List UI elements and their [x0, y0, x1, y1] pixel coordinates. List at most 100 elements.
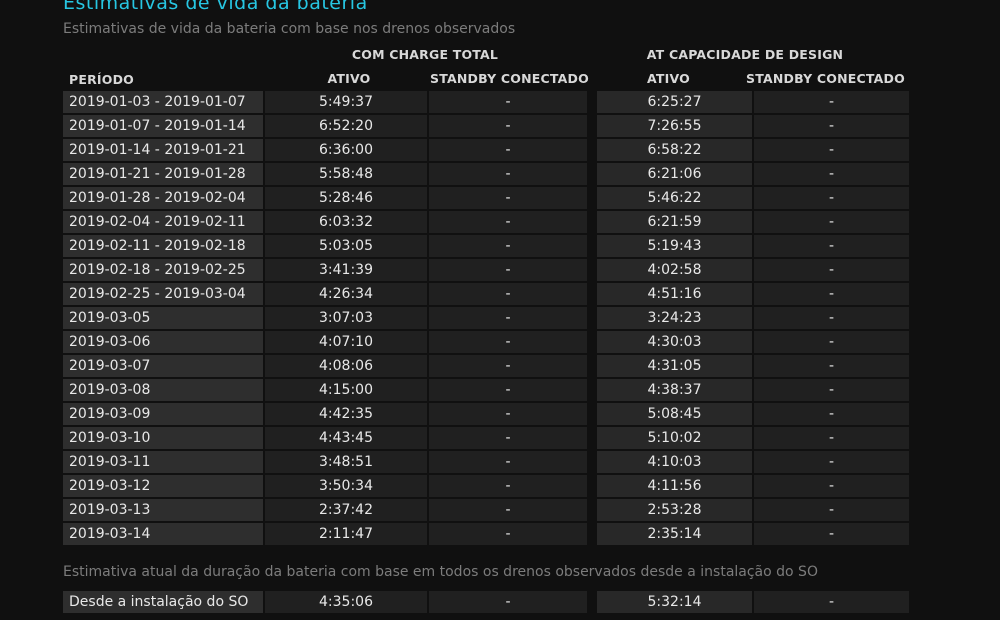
standby-design-cell: -: [752, 355, 909, 379]
page-title: Estimativas de vida da bateria: [63, 0, 368, 14]
period-cell: 2019-01-28 - 2019-02-04: [63, 187, 263, 211]
period-cell: 2019-03-06: [63, 331, 263, 355]
standby-design-cell: -: [752, 283, 909, 307]
column-gap: [587, 235, 595, 259]
header-group-design-capacity: AT CAPACIDADE DE DESIGN: [646, 47, 844, 62]
column-gap: [587, 331, 595, 355]
column-gap: [587, 307, 595, 331]
standby-design-cell: -: [752, 331, 909, 355]
standby-design-cell: -: [752, 91, 909, 115]
header-active-design: ATIVO: [647, 71, 690, 86]
standby-design-cell: -: [752, 259, 909, 283]
table-row: 2019-03-05 3:07:03-3:24:23-: [63, 307, 909, 331]
period-cell: 2019-03-11: [63, 451, 263, 475]
battery-estimates-table: 2019-01-03 - 2019-01-07 5:49:37-6:25:27-2…: [63, 91, 909, 547]
period-cell: 2019-03-07: [63, 355, 263, 379]
active-design-cell: 5:08:45: [595, 403, 752, 427]
active-design-cell: 5:46:22: [595, 187, 752, 211]
table-row: 2019-01-07 - 2019-01-14 6:52:20-7:26:55-: [63, 115, 909, 139]
standby-design-cell: -: [752, 163, 909, 187]
period-cell: 2019-02-04 - 2019-02-11: [63, 211, 263, 235]
period-cell: 2019-02-11 - 2019-02-18: [63, 235, 263, 259]
standby-full-cell: -: [427, 523, 587, 547]
column-gap: [587, 523, 595, 547]
column-gap: [587, 139, 595, 163]
active-full-cell: 4:26:34: [263, 283, 427, 307]
active-full-cell: 4:35:06: [263, 591, 427, 615]
column-gap: [587, 451, 595, 475]
standby-design-cell: -: [752, 187, 909, 211]
standby-full-cell: -: [427, 187, 587, 211]
period-cell: 2019-03-09: [63, 403, 263, 427]
column-gap: [587, 259, 595, 283]
standby-full-cell: -: [427, 163, 587, 187]
active-design-cell: 6:25:27: [595, 91, 752, 115]
table-row: 2019-03-10 4:43:45-5:10:02-: [63, 427, 909, 451]
column-gap: [587, 91, 595, 115]
install-estimate-note: Estimativa atual da duração da bateria c…: [63, 564, 818, 580]
active-full-cell: 3:07:03: [263, 307, 427, 331]
active-full-cell: 4:43:45: [263, 427, 427, 451]
active-design-cell: 7:26:55: [595, 115, 752, 139]
active-full-cell: 5:28:46: [263, 187, 427, 211]
active-design-cell: 5:19:43: [595, 235, 752, 259]
period-cell: 2019-01-07 - 2019-01-14: [63, 115, 263, 139]
install-estimate-table: Desde a instalação do SO 4:35:06 - 5:32:…: [63, 591, 909, 615]
column-gap: [587, 115, 595, 139]
standby-design-cell: -: [752, 379, 909, 403]
active-design-cell: 2:53:28: [595, 499, 752, 523]
standby-full-cell: -: [427, 499, 587, 523]
table-row: 2019-02-11 - 2019-02-18 5:03:05-5:19:43-: [63, 235, 909, 259]
standby-full-cell: -: [427, 379, 587, 403]
active-design-cell: 2:35:14: [595, 523, 752, 547]
standby-full-cell: -: [427, 307, 587, 331]
header-standby-design: STANDBY CONECTADO: [746, 71, 905, 86]
active-design-cell: 5:32:14: [595, 591, 752, 615]
table-row: 2019-03-06 4:07:10-4:30:03-: [63, 331, 909, 355]
standby-design-cell: -: [752, 307, 909, 331]
standby-design-cell: -: [752, 523, 909, 547]
period-cell: 2019-03-05: [63, 307, 263, 331]
standby-full-cell: -: [427, 259, 587, 283]
period-cell: 2019-03-13: [63, 499, 263, 523]
active-full-cell: 6:03:32: [263, 211, 427, 235]
standby-full-cell: -: [427, 211, 587, 235]
standby-design-cell: -: [752, 403, 909, 427]
active-full-cell: 4:42:35: [263, 403, 427, 427]
table-row: 2019-01-14 - 2019-01-21 6:36:00-6:58:22-: [63, 139, 909, 163]
table-row: Desde a instalação do SO 4:35:06 - 5:32:…: [63, 591, 909, 615]
active-design-cell: 4:30:03: [595, 331, 752, 355]
table-row: 2019-03-13 2:37:42-2:53:28-: [63, 499, 909, 523]
table-row: 2019-02-25 - 2019-03-04 4:26:34-4:51:16-: [63, 283, 909, 307]
standby-full-cell: -: [427, 91, 587, 115]
active-design-cell: 4:51:16: [595, 283, 752, 307]
active-full-cell: 5:49:37: [263, 91, 427, 115]
period-cell: 2019-03-10: [63, 427, 263, 451]
table-row: 2019-03-11 3:48:51-4:10:03-: [63, 451, 909, 475]
header-standby-full: STANDBY CONECTADO: [430, 71, 589, 86]
active-design-cell: 6:21:06: [595, 163, 752, 187]
standby-design-cell: -: [752, 235, 909, 259]
table-row: 2019-01-03 - 2019-01-07 5:49:37-6:25:27-: [63, 91, 909, 115]
active-full-cell: 4:15:00: [263, 379, 427, 403]
active-design-cell: 4:11:56: [595, 475, 752, 499]
header-group-full-charge: COM CHARGE TOTAL: [351, 47, 499, 62]
table-row: 2019-03-09 4:42:35-5:08:45-: [63, 403, 909, 427]
standby-design-cell: -: [752, 115, 909, 139]
standby-design-cell: -: [752, 475, 909, 499]
column-gap: [587, 355, 595, 379]
active-full-cell: 3:41:39: [263, 259, 427, 283]
period-cell: 2019-01-14 - 2019-01-21: [63, 139, 263, 163]
standby-full-cell: -: [427, 403, 587, 427]
period-cell: 2019-02-25 - 2019-03-04: [63, 283, 263, 307]
standby-design-cell: -: [752, 427, 909, 451]
active-design-cell: 4:31:05: [595, 355, 752, 379]
standby-design-cell: -: [752, 211, 909, 235]
column-gap: [587, 475, 595, 499]
table-row: 2019-03-14 2:11:47-2:35:14-: [63, 523, 909, 547]
active-design-cell: 5:10:02: [595, 427, 752, 451]
active-full-cell: 5:03:05: [263, 235, 427, 259]
active-full-cell: 3:48:51: [263, 451, 427, 475]
period-cell: 2019-01-03 - 2019-01-07: [63, 91, 263, 115]
active-full-cell: 2:11:47: [263, 523, 427, 547]
